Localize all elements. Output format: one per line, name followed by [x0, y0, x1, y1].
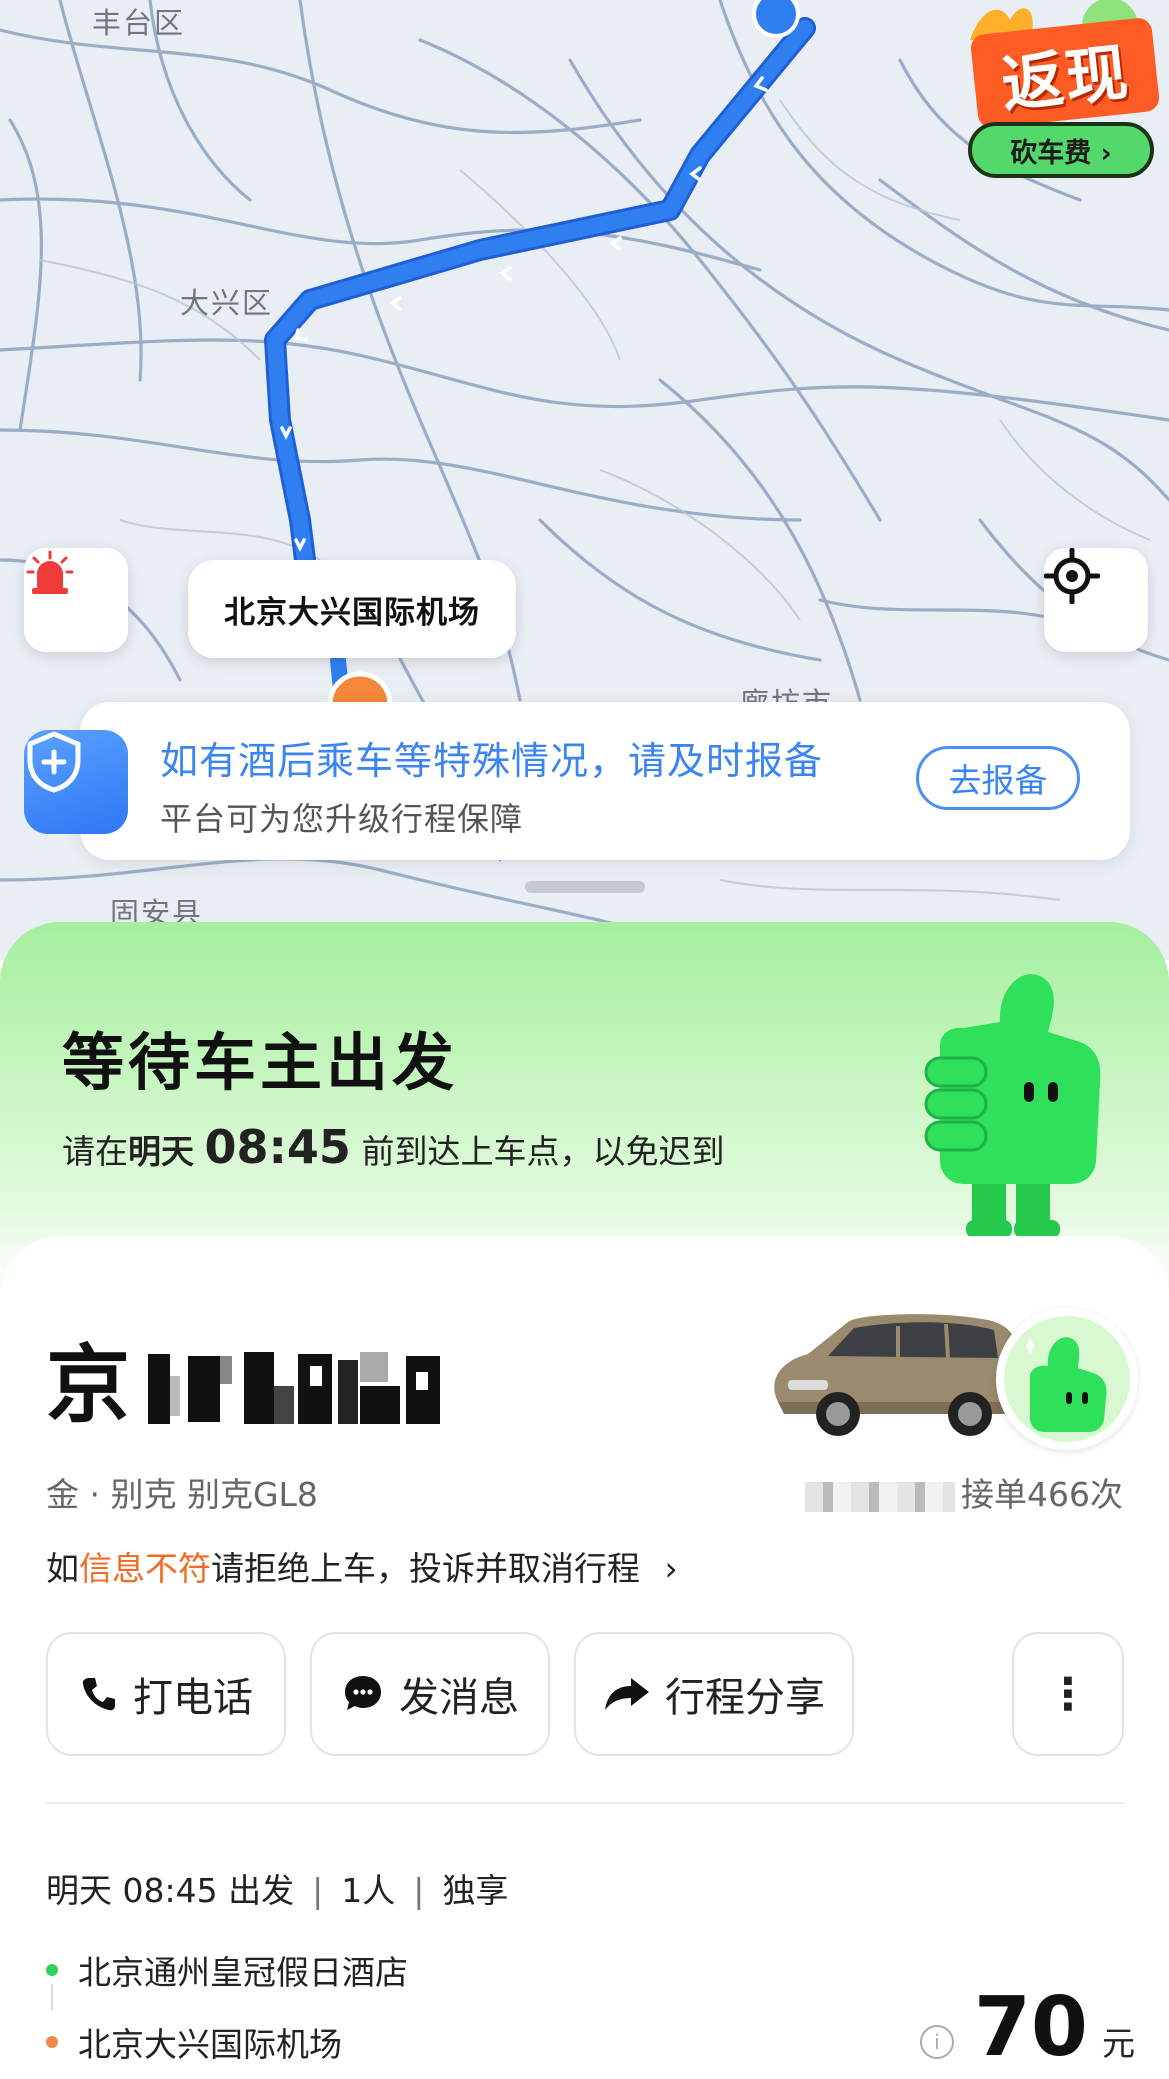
map-view[interactable]: 丰台区 大兴区 廊坊市 固安县 北京大兴国际机场 返现 砍车费 › 如有酒后乘车…: [0, 0, 1169, 960]
call-label: 打电话: [133, 1675, 253, 1721]
status-subtitle: 请在明天 08:45 前到达上车点，以免迟到: [62, 1120, 724, 1174]
shield-plus-icon: [24, 730, 128, 834]
status-prefix: 请在: [62, 1132, 128, 1171]
driver-avatar[interactable]: [996, 1308, 1138, 1450]
mismatch-warning-link[interactable]: 如信息不符请拒绝上车，投诉并取消行程 ›: [46, 1542, 678, 1590]
status-title: 等待车主出发: [62, 1026, 459, 1099]
notice-title: 如有酒后乘车等特殊情况，请及时报备: [160, 739, 824, 783]
sheet-drag-handle[interactable]: [525, 881, 645, 893]
warning-suffix: 请拒绝上车，投诉并取消行程: [211, 1549, 640, 1588]
info-icon: i: [919, 2025, 954, 2059]
promo-pill: 砍车费 ›: [968, 122, 1154, 178]
share-label: 行程分享: [665, 1675, 825, 1721]
fare-amount: 70: [973, 1980, 1088, 2075]
route-list: 北京通州皇冠假日酒店 北京大兴国际机场: [46, 1934, 408, 2078]
vehicle-image: [774, 1314, 1020, 1436]
status-day: 明天: [128, 1132, 194, 1171]
siren-icon: [26, 550, 74, 594]
cashback-promo-badge[interactable]: 返现 砍车费 ›: [960, 0, 1161, 186]
status-time: 08:45: [204, 1120, 351, 1174]
fare-display[interactable]: i 70 元: [919, 1980, 1135, 2075]
call-button[interactable]: 打电话: [46, 1632, 286, 1756]
driver-order-count: 接单466次: [961, 1475, 1123, 1514]
message-button[interactable]: 发消息: [310, 1632, 550, 1756]
destination-bubble: 北京大兴国际机场: [188, 560, 516, 658]
report-button[interactable]: 去报备: [916, 746, 1080, 810]
action-bar: 打电话 发消息 行程分享 ⋮: [0, 1632, 1169, 1760]
section-divider: [46, 1802, 1124, 1804]
share-trip-button[interactable]: 行程分享: [574, 1632, 854, 1756]
warning-prefix: 如: [46, 1549, 79, 1588]
district-label-daxing: 大兴区: [180, 286, 274, 320]
license-plate-prefix: 京: [46, 1336, 131, 1434]
safety-notice-card: 如有酒后乘车等特殊情况，请及时报备 平台可为您升级行程保障 去报备: [80, 702, 1130, 860]
depart-time: 明天 08:45 出发: [46, 1871, 295, 1910]
driver-trip-card: 京 金 · 别克 别克GL8 接单466次 如信息不符请拒绝上车，投诉并取消行程…: [0, 1236, 1169, 2079]
crosshair-icon: [1044, 548, 1100, 604]
meta-separator: |: [413, 1871, 425, 1910]
district-label-fengtai: 丰台区: [92, 6, 186, 40]
destination-label: 北京大兴国际机场: [78, 2025, 342, 2064]
license-plate-redacted: [148, 1352, 440, 1424]
notice-subtitle: 平台可为您升级行程保障: [160, 800, 524, 838]
trip-meta: 明天 08:45 出发 | 1人 | 独享: [46, 1864, 508, 1912]
mascot-avatar-icon: [1026, 1337, 1107, 1432]
destination-dot-icon: [46, 2036, 58, 2048]
meta-separator: |: [312, 1871, 324, 1910]
vehicle-info: 金 · 别克 别克GL8: [46, 1475, 318, 1514]
phone-icon: [82, 1678, 115, 1711]
driver-stats: 接单466次: [805, 1468, 1123, 1516]
chat-bubble-icon: [345, 1676, 381, 1710]
origin-dot-icon: [46, 1964, 58, 1976]
warning-highlight: 信息不符: [79, 1549, 211, 1588]
origin-label: 北京通州皇冠假日酒店: [78, 1953, 408, 1992]
ride-mode: 独享: [442, 1871, 509, 1910]
share-arrow-icon: [605, 1678, 649, 1710]
emergency-alarm-button[interactable]: [24, 548, 128, 652]
more-options-button[interactable]: ⋮: [1012, 1632, 1124, 1756]
route-connector: [51, 1984, 53, 2010]
passenger-count: 1人: [341, 1871, 396, 1910]
status-suffix: 前到达上车点，以免迟到: [361, 1132, 725, 1171]
route-origin: 北京通州皇冠假日酒店: [46, 1934, 408, 2006]
locate-me-button[interactable]: [1044, 548, 1148, 652]
driver-name-redacted: [805, 1481, 955, 1512]
message-label: 发消息: [399, 1675, 519, 1721]
fare-unit: 元: [1102, 2024, 1135, 2063]
route-destination: 北京大兴国际机场: [46, 2006, 408, 2078]
thumbs-up-mascot-icon: [924, 974, 1101, 1238]
chevron-right-icon: ›: [664, 1549, 678, 1588]
promo-title: 返现: [969, 16, 1161, 130]
